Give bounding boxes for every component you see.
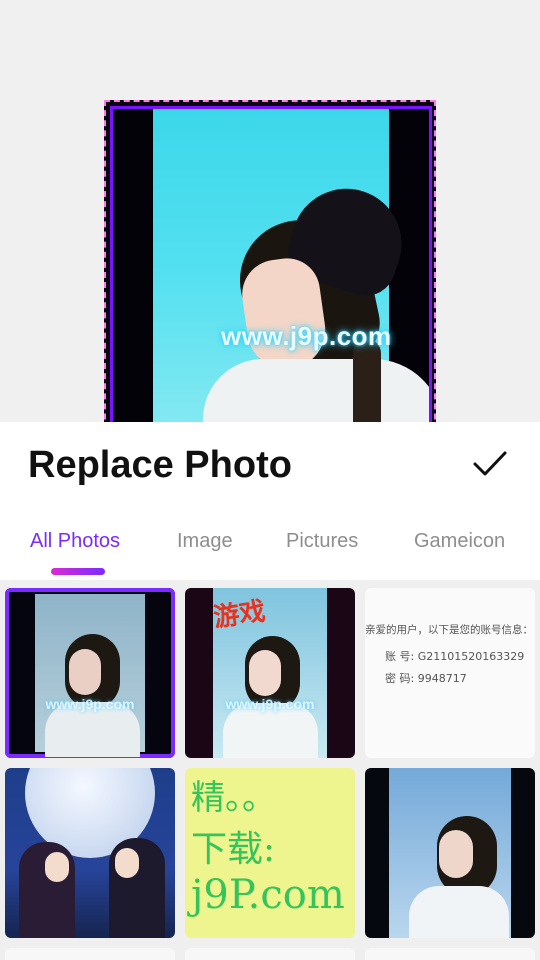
preview-watermark: www.j9p.com: [221, 321, 392, 351]
thumbnail-watermark: www.j9p.com: [45, 696, 135, 712]
thumbnail-shirt: [409, 886, 509, 938]
photo-grid-container[interactable]: www.j9p.com 游戏 www.j9p.com 亲爱的用户，以下是您的账号…: [0, 580, 540, 960]
confirm-button[interactable]: [466, 440, 514, 488]
thumbnail-text-line: 亲爱的用户，以下是您的账号信息：: [365, 624, 533, 636]
photo-thumbnail-5[interactable]: 精。。 下载: j9P.com: [185, 768, 355, 938]
album-tabs: All Photos Image Pictures Gameicon: [0, 518, 540, 578]
thumbnail-face: [249, 650, 281, 696]
photo-preview-area: www.j9p.com: [0, 0, 540, 422]
tab-all-photos[interactable]: All Photos: [30, 530, 120, 553]
thumbnail-handwriting-line: j9P.com: [191, 872, 345, 918]
photo-thumbnail-3[interactable]: 亲爱的用户，以下是您的账号信息： 账 号: G21101520163329 密 …: [365, 588, 535, 758]
thumbnail-face: [439, 830, 473, 878]
photo-subject-shirt: [203, 359, 429, 422]
preview-photo: www.j9p.com: [153, 109, 429, 422]
thumbnail-figure-right-face: [115, 848, 139, 878]
thumbnail-watermark: www.j9p.com: [225, 696, 315, 712]
thumbnail-stamp: 游戏: [211, 595, 268, 633]
thumbnail-image: [389, 768, 511, 938]
photo-thumbnail-7[interactable]: [5, 948, 175, 960]
tab-image[interactable]: Image: [177, 530, 233, 553]
photo-thumbnail-9[interactable]: [365, 948, 535, 960]
thumbnail-face: [69, 649, 101, 695]
photo-thumbnail-2[interactable]: 游戏 www.j9p.com: [185, 588, 355, 758]
photo-thumbnail-8[interactable]: [185, 948, 355, 960]
thumbnail-text-line: 密 码: 9948717: [385, 672, 467, 685]
photo-thumbnail-6[interactable]: [365, 768, 535, 938]
selected-photo-outline: www.j9p.com: [110, 106, 432, 422]
photo-frame[interactable]: www.j9p.com: [104, 100, 436, 422]
replace-photo-sheet: Replace Photo All Photos Image Pictures …: [0, 422, 540, 960]
photo-thumbnail-1[interactable]: www.j9p.com: [5, 588, 175, 758]
active-tab-indicator: [51, 568, 105, 575]
thumbnail-text-line: 账 号: G21101520163329: [385, 650, 525, 663]
thumbnail-handwriting-line: 下载:: [191, 829, 276, 870]
tab-pictures[interactable]: Pictures: [286, 530, 358, 553]
photo-thumbnail-4[interactable]: [5, 768, 175, 938]
thumbnail-figure-left-face: [45, 852, 69, 882]
tab-gameicon[interactable]: Gameicon: [414, 530, 505, 553]
sheet-title: Replace Photo: [28, 444, 292, 486]
photo-grid: www.j9p.com 游戏 www.j9p.com 亲爱的用户，以下是您的账号…: [5, 588, 535, 960]
thumbnail-image: [35, 594, 145, 757]
thumbnail-handwriting-line: 精。。: [191, 778, 276, 818]
checkmark-icon: [473, 451, 507, 476]
